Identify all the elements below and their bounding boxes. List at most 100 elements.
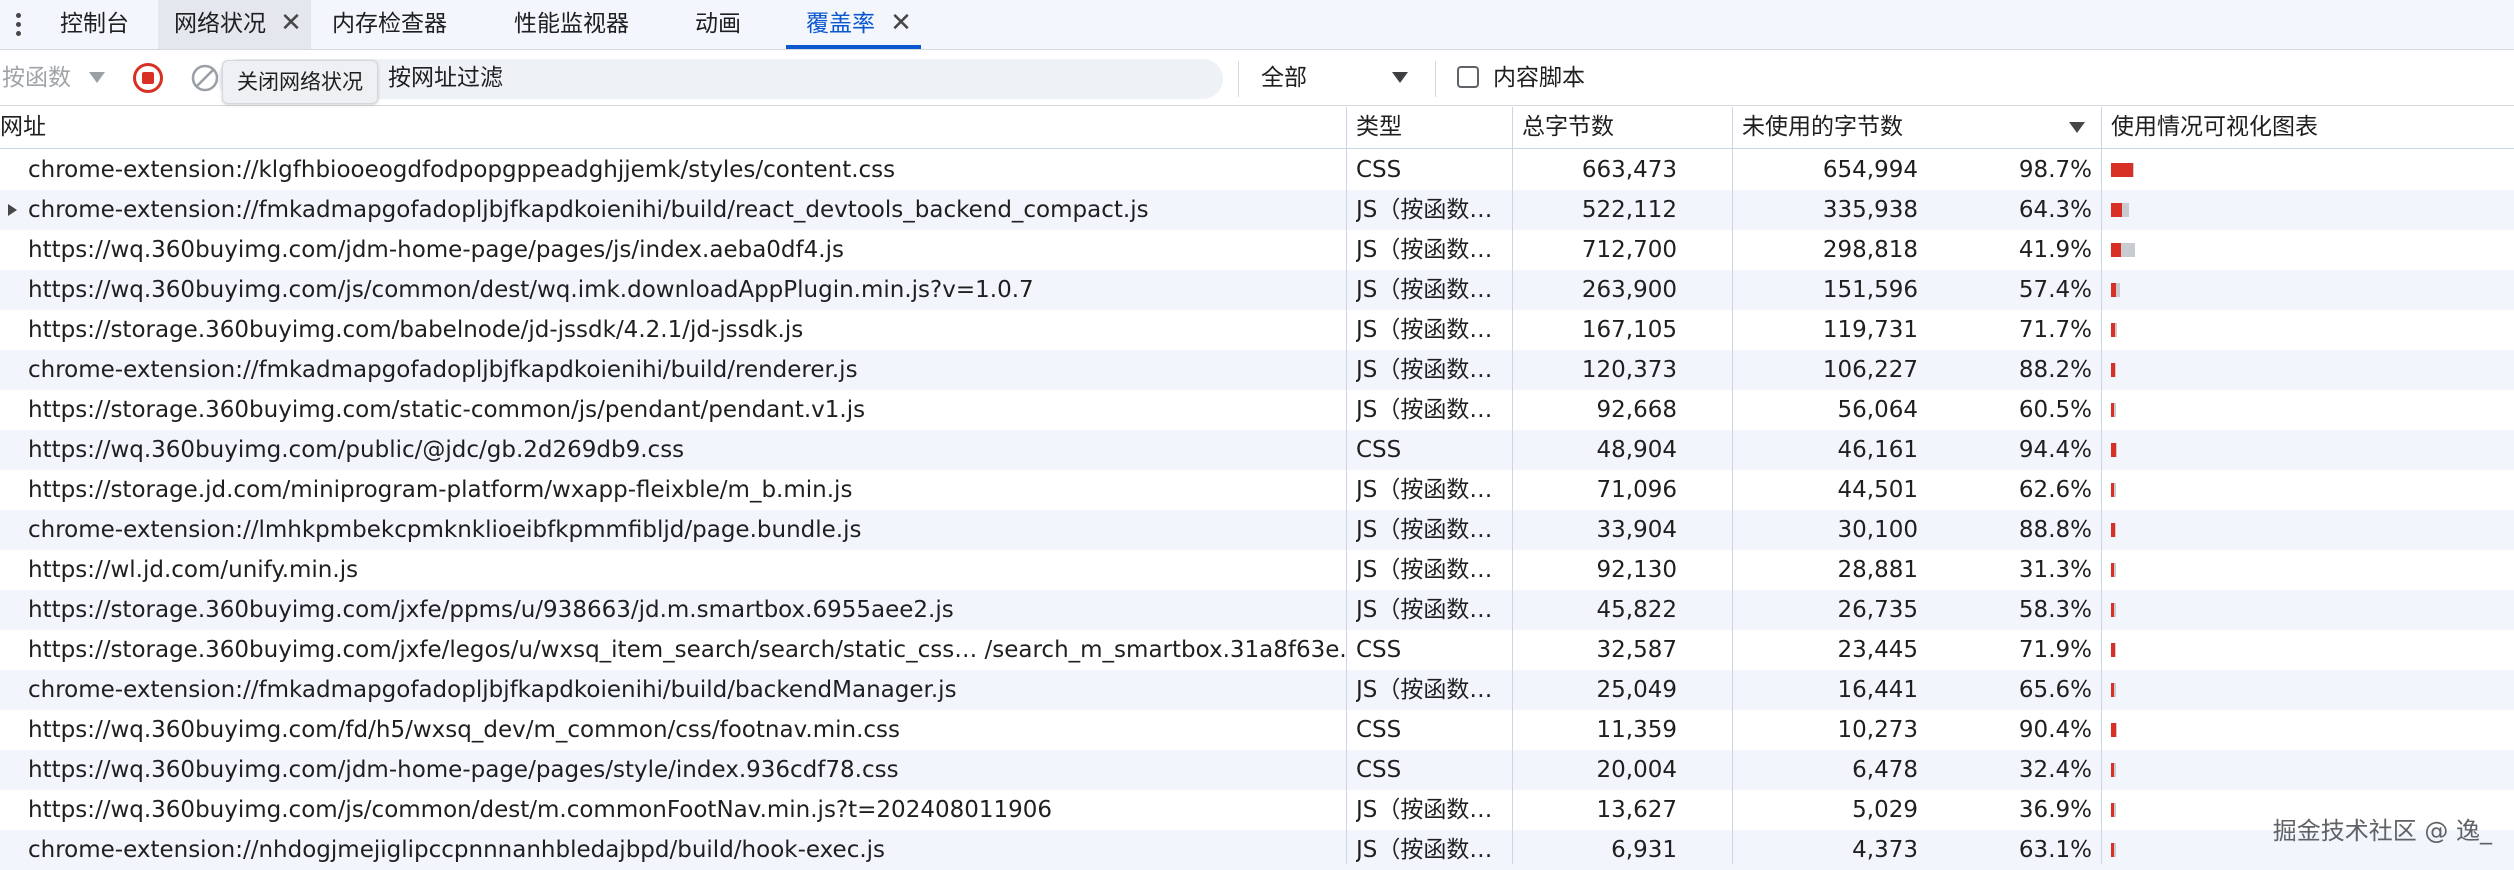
used-bytes-bar — [2115, 363, 2116, 377]
row-url: https://storage.360buyimg.com/jxfe/legos… — [28, 630, 1346, 670]
row-type: JS（按函数… — [1356, 550, 1504, 590]
row-unused-bytes: 10,273 — [1740, 710, 1918, 750]
column-header-type[interactable]: 类型 — [1356, 107, 1402, 148]
tab-coverage[interactable]: 覆盖率 ✕ — [786, 0, 921, 49]
table-row[interactable]: chrome-extension://fmkadmapgofadopljbjfk… — [0, 350, 2514, 390]
table-row[interactable]: chrome-extension://klgfhbiooeogdfodpopgp… — [0, 150, 2514, 190]
row-url: https://storage.360buyimg.com/jxfe/ppms/… — [28, 590, 1346, 630]
type-filter-select[interactable]: 全部 — [1261, 51, 1307, 105]
table-row[interactable]: https://wq.360buyimg.com/js/common/dest/… — [0, 790, 2514, 830]
row-url: https://storage.jd.com/miniprogram-platf… — [28, 470, 1346, 510]
clear-icon[interactable] — [190, 63, 220, 93]
column-divider[interactable] — [2101, 107, 2102, 864]
row-type: JS（按函数… — [1356, 310, 1504, 350]
column-divider[interactable] — [1512, 107, 1513, 864]
table-row[interactable]: https://wq.360buyimg.com/fd/h5/wxsq_dev/… — [0, 710, 2514, 750]
unused-bytes-bar — [2111, 203, 2122, 217]
tab-label: 覆盖率 — [806, 11, 875, 37]
table-row[interactable]: https://wq.360buyimg.com/jdm-home-page/p… — [0, 230, 2514, 270]
usage-bar — [2111, 363, 2116, 377]
row-url: chrome-extension://fmkadmapgofadopljbjfk… — [28, 670, 1346, 710]
row-unused-percent: 88.2% — [1922, 350, 2092, 390]
row-type: JS（按函数… — [1356, 590, 1504, 630]
column-header-url[interactable]: 网址 — [0, 107, 46, 148]
row-unused-bytes: 30,100 — [1740, 510, 1918, 550]
usage-bar — [2111, 483, 2116, 497]
row-unused-bytes: 16,441 — [1740, 670, 1918, 710]
row-unused-percent: 65.6% — [1922, 670, 2092, 710]
row-total-bytes: 263,900 — [1515, 270, 1677, 310]
table-row[interactable]: https://wq.360buyimg.com/public/@jdc/gb.… — [0, 430, 2514, 470]
row-unused-bytes: 4,373 — [1740, 830, 1918, 870]
row-type: JS（按函数… — [1356, 190, 1504, 230]
column-divider[interactable] — [1346, 107, 1347, 864]
table-row[interactable]: https://storage.jd.com/miniprogram-platf… — [0, 470, 2514, 510]
column-header-total-bytes[interactable]: 总字节数 — [1522, 107, 1614, 148]
coverage-table-body: chrome-extension://klgfhbiooeogdfodpopgp… — [0, 150, 2514, 870]
close-tab-icon[interactable]: ✕ — [276, 0, 306, 49]
row-unused-bytes: 26,735 — [1740, 590, 1918, 630]
row-unused-bytes: 5,029 — [1740, 790, 1918, 830]
row-type: JS（按函数… — [1356, 670, 1504, 710]
expand-row-icon[interactable] — [8, 204, 17, 216]
column-divider[interactable] — [1732, 107, 1733, 864]
table-row[interactable]: chrome-extension://nhdogjmejiglipccpnnna… — [0, 830, 2514, 870]
used-bytes-bar — [2114, 803, 2116, 817]
chevron-down-icon — [1392, 72, 1408, 83]
tab-network-conditions[interactable]: 网络状况 ✕ — [158, 0, 311, 49]
table-row[interactable]: chrome-extension://fmkadmapgofadopljbjfk… — [0, 670, 2514, 710]
row-unused-percent: 62.6% — [1922, 470, 2092, 510]
row-unused-percent: 31.3% — [1922, 550, 2092, 590]
row-unused-bytes: 335,938 — [1740, 190, 1918, 230]
used-bytes-bar — [2114, 563, 2116, 577]
table-row[interactable]: https://storage.360buyimg.com/jxfe/legos… — [0, 630, 2514, 670]
coverage-mode-select[interactable]: 按函数 — [2, 51, 71, 105]
row-unused-percent: 57.4% — [1922, 270, 2092, 310]
row-url: chrome-extension://lmhkpmbekcpmknklioeib… — [28, 510, 1346, 550]
table-row[interactable]: chrome-extension://lmhkpmbekcpmknklioeib… — [0, 510, 2514, 550]
stop-recording-button[interactable] — [133, 63, 163, 93]
table-row[interactable]: https://storage.360buyimg.com/babelnode/… — [0, 310, 2514, 350]
content-scripts-checkbox[interactable] — [1457, 66, 1479, 88]
row-unused-bytes: 6,478 — [1740, 750, 1918, 790]
tab-memory-inspector[interactable]: 内存检查器 — [318, 0, 488, 49]
column-header-usage-visualization[interactable]: 使用情况可视化图表 — [2111, 107, 2318, 148]
usage-bar — [2111, 643, 2116, 657]
table-row[interactable]: https://storage.360buyimg.com/static-com… — [0, 390, 2514, 430]
usage-bar — [2111, 683, 2116, 697]
row-total-bytes: 92,668 — [1515, 390, 1677, 430]
panel-tab-bar: 控制台 网络状况 ✕ 内存检查器 性能监视器 动画 覆盖率 ✕ — [0, 0, 2514, 50]
row-unused-percent: 63.1% — [1922, 830, 2092, 870]
table-row[interactable]: chrome-extension://fmkadmapgofadopljbjfk… — [0, 190, 2514, 230]
row-total-bytes: 71,096 — [1515, 470, 1677, 510]
row-unused-bytes: 28,881 — [1740, 550, 1918, 590]
row-url: chrome-extension://klgfhbiooeogdfodpopgp… — [28, 150, 1346, 190]
watermark: 掘金技术社区 @ 逸_ — [2273, 811, 2492, 846]
more-tabs-menu-icon[interactable] — [8, 8, 28, 40]
table-row[interactable]: https://wl.jd.com/unify.min.jsJS（按函数…92,… — [0, 550, 2514, 590]
tab-performance-monitor[interactable]: 性能监视器 — [500, 0, 670, 49]
row-type: JS（按函数… — [1356, 230, 1504, 270]
unused-bytes-bar — [2111, 243, 2121, 257]
usage-bar — [2111, 243, 2135, 257]
used-bytes-bar — [2115, 323, 2117, 337]
row-unused-bytes: 44,501 — [1740, 470, 1918, 510]
used-bytes-bar — [2114, 603, 2116, 617]
usage-bar — [2111, 603, 2116, 617]
row-type: JS（按函数… — [1356, 350, 1504, 390]
tab-animations[interactable]: 动画 — [681, 0, 776, 49]
close-tab-icon[interactable]: ✕ — [886, 0, 916, 49]
row-total-bytes: 6,931 — [1515, 830, 1677, 870]
table-row[interactable]: https://wq.360buyimg.com/js/common/dest/… — [0, 270, 2514, 310]
column-header-unused-bytes[interactable]: 未使用的字节数 — [1742, 107, 1903, 148]
used-bytes-bar — [2114, 683, 2116, 697]
row-unused-percent: 71.9% — [1922, 630, 2092, 670]
row-type: CSS — [1356, 630, 1504, 670]
row-unused-percent: 41.9% — [1922, 230, 2092, 270]
row-total-bytes: 33,904 — [1515, 510, 1677, 550]
table-row[interactable]: https://storage.360buyimg.com/jxfe/ppms/… — [0, 590, 2514, 630]
table-row[interactable]: https://wq.360buyimg.com/jdm-home-page/p… — [0, 750, 2514, 790]
tab-console[interactable]: 控制台 — [48, 0, 158, 49]
row-url: https://storage.360buyimg.com/babelnode/… — [28, 310, 1346, 350]
row-unused-bytes: 654,994 — [1740, 150, 1918, 190]
